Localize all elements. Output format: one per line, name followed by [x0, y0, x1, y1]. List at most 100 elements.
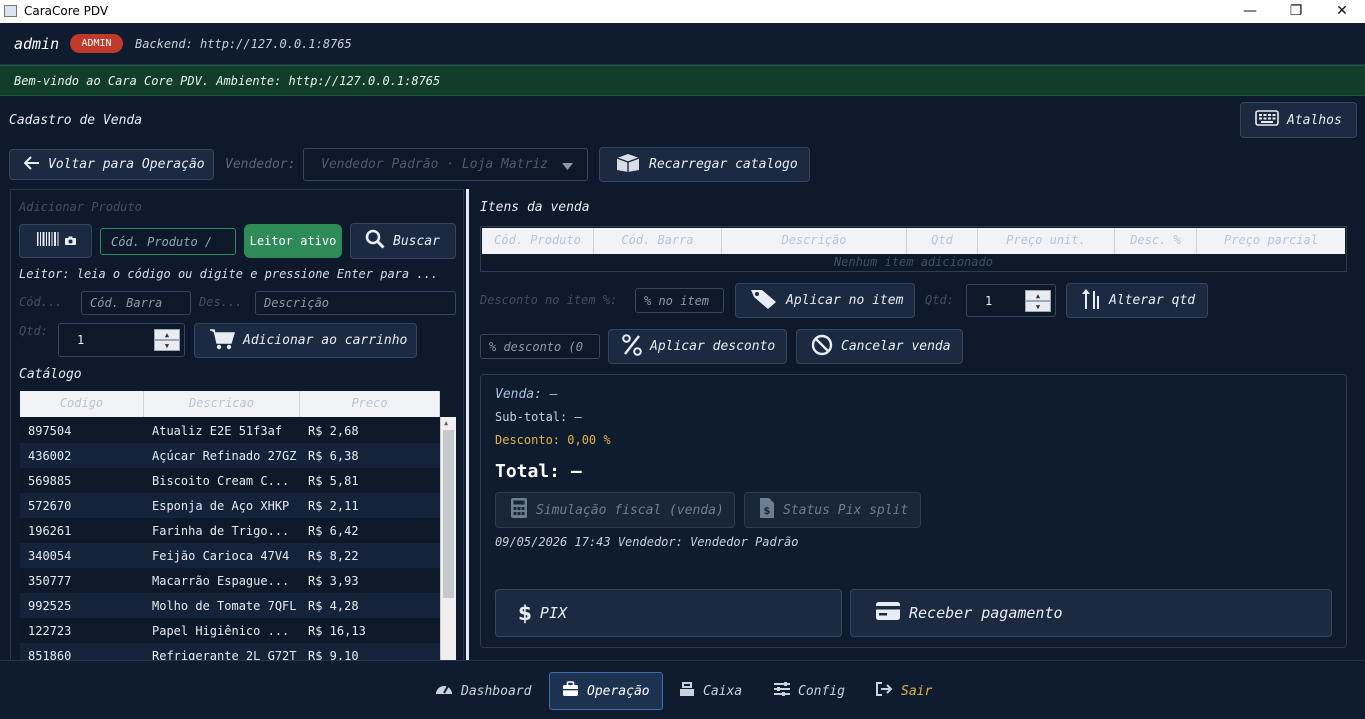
items-col-unit-price[interactable]: Preço unit. — [978, 228, 1115, 254]
briefcase-icon — [562, 681, 579, 701]
camera-icon — [64, 234, 76, 249]
pix-status-button[interactable]: $ Status Pix split — [744, 492, 921, 528]
catalog-col-code[interactable]: Codigo — [20, 391, 144, 417]
catalog-cell-code: 851860 — [28, 649, 72, 660]
items-col-code[interactable]: Cód. Produto — [482, 228, 594, 254]
receive-payment-button[interactable]: Receber pagamento — [850, 589, 1332, 637]
back-label: Voltar para Operação — [48, 157, 205, 172]
items-col-barcode[interactable]: Cód. Barra — [594, 228, 722, 254]
reader-hint: Leitor: leia o código ou digite e pressi… — [19, 267, 439, 281]
items-col-discount[interactable]: Desc. % — [1115, 228, 1197, 254]
svg-text:$: $ — [764, 506, 771, 517]
qty-stepper[interactable]: 1 ▲ ▼ — [58, 323, 185, 357]
items-col-partial-price[interactable]: Preço parcial — [1197, 228, 1345, 254]
apply-item-discount-button[interactable]: Aplicar no item — [735, 283, 915, 318]
apply-discount-button[interactable]: Aplicar desconto — [608, 329, 787, 364]
items-col-description[interactable]: Descrição — [722, 228, 907, 254]
user-name: admin — [14, 35, 60, 53]
nav-operacao[interactable]: Operação — [549, 672, 663, 710]
maximize-icon[interactable]: ❐ — [1273, 0, 1319, 23]
chevron-down-icon — [562, 160, 573, 175]
catalog-scrollbar[interactable]: ▲ — [440, 417, 456, 660]
reload-catalog-button[interactable]: Recarregar catalogo — [599, 147, 810, 182]
sale-meta: 09/05/2026 17:43 Vendedor: Vendedor Padr… — [495, 535, 799, 549]
catalog-cell-price: R$ 9,10 — [308, 649, 359, 660]
item-qty-up-icon[interactable]: ▲ — [1025, 290, 1051, 301]
add-to-cart-label: Adicionar ao carrinho — [243, 333, 408, 348]
table-row[interactable]: 569885 Biscoito Cream C... R$ 5,81 — [20, 468, 440, 493]
pix-button[interactable]: $ PIX — [495, 589, 842, 637]
item-qty-down-icon[interactable]: ▼ — [1025, 301, 1051, 312]
catalog-cell-price: R$ 5,81 — [308, 474, 359, 488]
nav-dashboard[interactable]: Dashboard — [435, 672, 531, 710]
nav-config[interactable]: Config — [774, 672, 845, 710]
calculator-icon — [510, 497, 528, 523]
barcode-input[interactable]: Cód. Barra — [81, 291, 191, 315]
catalog-cell-price: R$ 2,68 — [308, 424, 359, 438]
pix-label: PIX — [539, 604, 568, 622]
catalog-cell-description: Molho de Tomate 7QFL — [152, 599, 297, 613]
catalog-col-description[interactable]: Descricao — [144, 391, 300, 417]
catalog-cell-price: R$ 16,13 — [308, 624, 366, 638]
table-row[interactable]: 350777 Macarrão Espague... R$ 3,93 — [20, 568, 440, 593]
product-code-input[interactable]: Cód. Produto / — [100, 228, 236, 255]
table-row[interactable]: 897504 Atualiz E2E 51f3af R$ 2,68 — [20, 418, 440, 443]
item-discount-input[interactable]: % no item — [635, 288, 724, 313]
box-open-icon — [615, 153, 641, 177]
add-to-cart-button[interactable]: Adicionar ao carrinho — [194, 323, 417, 358]
ban-icon — [811, 334, 833, 360]
table-row[interactable]: 122723 Papel Higiênico ... R$ 16,13 — [20, 618, 440, 643]
item-qty-stepper[interactable]: 1 ▲ ▼ — [966, 284, 1056, 317]
search-label: Buscar — [393, 233, 440, 249]
items-title: Itens da venda — [480, 200, 590, 215]
panel-splitter[interactable] — [466, 189, 469, 660]
description-input[interactable]: Descrição — [255, 291, 456, 315]
shortcuts-button[interactable]: Atalhos — [1240, 102, 1357, 138]
catalog-rows: 897504 Atualiz E2E 51f3af R$ 2,68 436002 Açú… — [20, 418, 440, 660]
apply-discount-label: Aplicar desconto — [650, 339, 776, 354]
seller-value: Vendedor Padrão · Loja Matriz — [321, 157, 548, 172]
nav-caixa[interactable]: Caixa — [679, 672, 742, 710]
change-qty-button[interactable]: Alterar qtd — [1066, 283, 1208, 318]
cash-register-icon — [679, 681, 695, 701]
back-button[interactable]: Voltar para Operação — [9, 149, 214, 180]
seller-select[interactable]: Vendedor Padrão · Loja Matriz — [303, 148, 588, 181]
catalog-cell-code: 897504 — [28, 424, 72, 438]
fiscal-simulation-button[interactable]: Simulação fiscal (venda) — [495, 492, 735, 528]
barcode-camera-button[interactable] — [19, 224, 92, 258]
cancel-sale-button[interactable]: Cancelar venda — [796, 329, 963, 364]
sale-discount-input[interactable]: % desconto (0 — [480, 334, 600, 359]
tag-icon — [750, 288, 778, 314]
discount-summary: Desconto: 0,00 % — [495, 433, 611, 447]
table-row[interactable]: 340054 Feijão Carioca 47V4 R$ 8,22 — [20, 543, 440, 568]
table-row[interactable]: 436002 Açúcar Refinado 27GZ R$ 6,38 — [20, 443, 440, 468]
close-icon[interactable]: ✕ — [1319, 0, 1365, 23]
scroll-thumb[interactable] — [443, 430, 454, 598]
table-row[interactable]: 196261 Farinha de Trigo... R$ 6,42 — [20, 518, 440, 543]
catalog-cell-code: 340054 — [28, 549, 72, 563]
catalog-col-price[interactable]: Preco — [300, 391, 440, 417]
items-col-qty[interactable]: Qtd — [907, 228, 978, 254]
search-button[interactable]: Buscar — [350, 223, 456, 259]
catalog-cell-description: Refrigerante 2L G72T — [152, 649, 297, 660]
table-row[interactable]: 851860 Refrigerante 2L G72T R$ 9,10 — [20, 643, 440, 660]
qty-down-icon[interactable]: ▼ — [154, 340, 180, 351]
pix-status-label: Status Pix split — [783, 502, 909, 518]
qty-up-icon[interactable]: ▲ — [154, 329, 180, 340]
catalog-cell-description: Feijão Carioca 47V4 — [152, 549, 290, 563]
nav-sair[interactable]: Sair — [876, 672, 932, 710]
reader-status-badge: Leitor ativo — [244, 224, 342, 258]
catalog-cell-price: R$ 4,28 — [308, 599, 359, 613]
catalog-cell-description: Farinha de Trigo... — [152, 524, 290, 538]
sale-discount-placeholder: % desconto (0 — [489, 339, 583, 354]
scroll-up-icon[interactable]: ▲ — [444, 419, 448, 427]
cancel-sale-label: Cancelar venda — [841, 339, 951, 354]
catalog-cell-price: R$ 2,11 — [308, 499, 359, 513]
table-row[interactable]: 572670 Esponja de Aço XHKP R$ 2,11 — [20, 493, 440, 518]
table-row[interactable]: 992525 Molho de Tomate 7QFL R$ 4,28 — [20, 593, 440, 618]
barcode-icon — [36, 231, 60, 251]
minimize-icon[interactable]: — — [1227, 0, 1273, 23]
item-qty-value: 1 — [985, 294, 993, 308]
nav-dashboard-label: Dashboard — [461, 683, 532, 699]
catalog-cell-code: 196261 — [28, 524, 72, 538]
